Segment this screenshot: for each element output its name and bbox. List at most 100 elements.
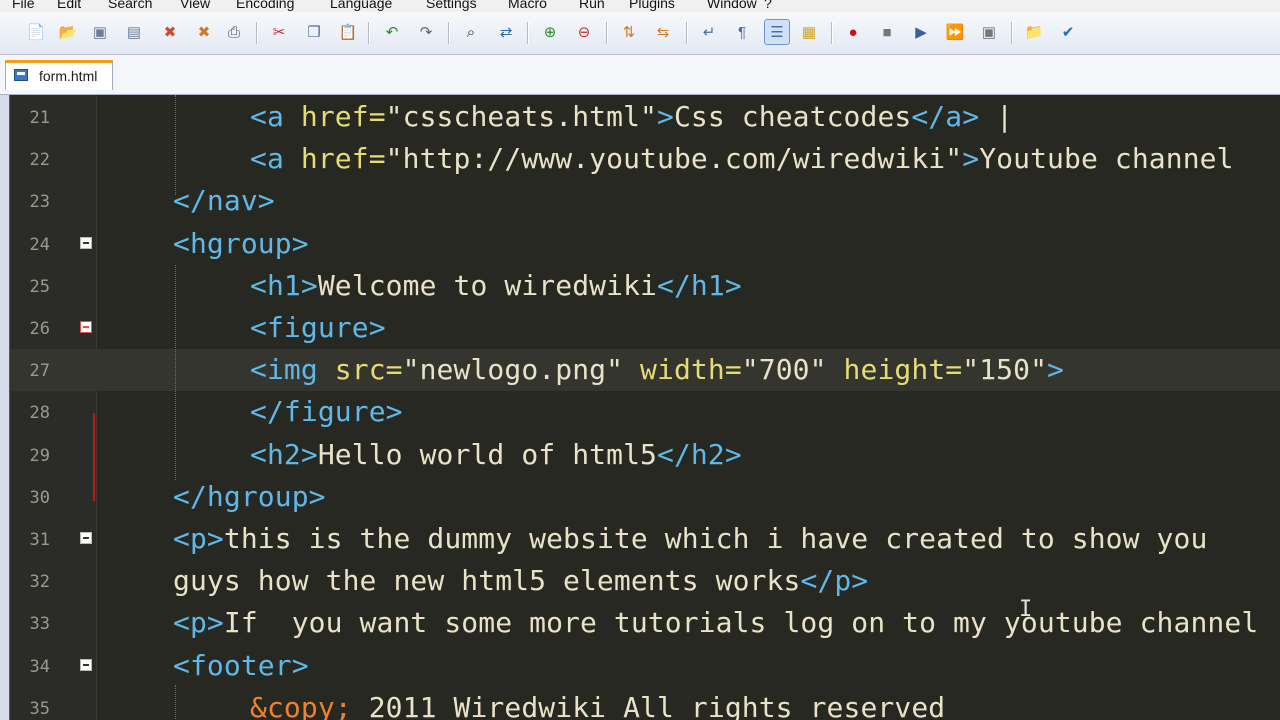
menu-settings[interactable]: Settings xyxy=(426,0,477,11)
open-file-icon[interactable]: 📂 xyxy=(56,20,80,44)
token-tag: </figure> xyxy=(250,395,403,429)
tab-bar: form.html xyxy=(0,55,1280,95)
tab-form-html[interactable]: form.html xyxy=(5,60,113,90)
play-macro-icon[interactable]: ▶ xyxy=(909,20,933,44)
fold-toggle-icon[interactable] xyxy=(80,321,92,333)
stop-record-icon[interactable]: ■ xyxy=(875,20,899,44)
code-editor[interactable]: 21 <a href="csscheats.html">Css cheatcode… xyxy=(9,95,1280,720)
menu-plugins[interactable]: Plugins xyxy=(629,0,675,11)
code-text: </figure> xyxy=(250,395,403,429)
spellcheck-icon[interactable]: ✔ xyxy=(1056,20,1080,44)
code-line-28[interactable]: 28 </figure> xyxy=(10,391,1280,433)
line-number: 27 xyxy=(29,361,50,382)
token-tag: <figure> xyxy=(250,311,386,344)
token-tag: <a xyxy=(250,142,301,176)
code-text: <h1>Welcome to wiredwiki</h1> xyxy=(250,269,742,303)
record-macro-icon[interactable]: ● xyxy=(841,20,865,44)
doc-map-icon[interactable]: ▦ xyxy=(797,20,821,44)
mouse-ibeam-cursor: I xyxy=(1019,597,1033,622)
code-text: <a href="http://www.youtube.com/wiredwik… xyxy=(250,142,1234,176)
menu-help[interactable]: ? xyxy=(764,0,772,11)
token-tag: <img xyxy=(250,353,335,387)
code-text: guys how the new html5 elements works</p… xyxy=(173,564,868,598)
run-multiple-macro-icon[interactable]: ⏩ xyxy=(943,20,967,44)
cut-icon[interactable]: ✂ xyxy=(267,20,291,44)
copy-icon[interactable]: ❐ xyxy=(302,20,326,44)
code-line-35[interactable]: 35 &copy; 2011 Wiredwiki All rights reser… xyxy=(10,687,1280,720)
toolbar-separator xyxy=(686,22,688,44)
indent-guide-icon[interactable]: ☰ xyxy=(764,19,790,45)
token-tag: <footer> xyxy=(173,648,309,682)
open-folder-icon[interactable]: 📁 xyxy=(1022,20,1046,44)
code-line-27[interactable]: 27 <img src="newlogo.png" width="700" hei… xyxy=(10,349,1280,392)
token-tag: <a xyxy=(250,100,301,133)
code-text: <img src="newlogo.png" width="700" heigh… xyxy=(250,353,1064,387)
zoom-in-icon[interactable]: ⊕ xyxy=(538,20,562,44)
token-val: "newlogo.png" xyxy=(402,353,641,387)
code-line-32[interactable]: 32 guys how the new html5 elements works<… xyxy=(10,560,1280,602)
code-line-22[interactable]: 22 <a href="http://www.youtube.com/wiredw… xyxy=(10,138,1280,180)
menu-language[interactable]: Language xyxy=(330,0,392,11)
code-line-33[interactable]: 33 <p>If you want some more tutorials log… xyxy=(10,602,1280,644)
code-line-24[interactable]: 24 <hgroup> xyxy=(10,223,1280,265)
code-line-34[interactable]: 34 <footer> xyxy=(10,645,1280,687)
save-all-icon[interactable]: ▤ xyxy=(122,20,146,44)
code-line-30[interactable]: 30 </hgroup> xyxy=(10,476,1280,518)
menu-macro[interactable]: Macro xyxy=(508,0,547,11)
code-line-26[interactable]: 26 <figure> xyxy=(10,307,1280,349)
sync-vertical-icon[interactable]: ⇅ xyxy=(617,20,641,44)
toolbar-separator xyxy=(831,22,833,44)
save-macro-icon[interactable]: ▣ xyxy=(977,20,1001,44)
zoom-out-icon[interactable]: ⊖ xyxy=(572,20,596,44)
menu-bar: File Edit Search View Encoding Language Settin… xyxy=(0,0,1280,12)
fold-toggle-icon[interactable] xyxy=(80,532,92,544)
toolbar-separator xyxy=(527,22,529,44)
token-attr: src= xyxy=(334,353,403,387)
close-icon[interactable]: ✖ xyxy=(158,20,182,44)
code-line-23[interactable]: 23 </nav> xyxy=(10,180,1280,222)
line-number: 24 xyxy=(29,234,50,255)
new-file-icon[interactable]: 📄 xyxy=(24,20,48,44)
close-all-icon[interactable]: ✖ xyxy=(192,20,216,44)
code-line-21[interactable]: 21 <a href="csscheats.html">Css cheatcode… xyxy=(10,96,1280,138)
menu-encoding[interactable]: Encoding xyxy=(236,0,294,11)
token-txt: If you want some more tutorials log on t… xyxy=(223,606,1259,640)
code-line-25[interactable]: 25 <h1>Welcome to wiredwiki</h1> xyxy=(10,265,1280,307)
line-number: 34 xyxy=(29,656,50,677)
fold-toggle-icon[interactable] xyxy=(80,658,92,671)
menu-run[interactable]: Run xyxy=(579,0,605,11)
token-val: "150" xyxy=(962,353,1048,387)
saved-file-icon xyxy=(14,69,28,81)
paste-icon[interactable]: 📋 xyxy=(336,20,360,44)
toolbar-separator xyxy=(606,22,608,44)
find-icon[interactable]: ⌕ xyxy=(459,20,483,44)
word-wrap-icon[interactable]: ↵ xyxy=(697,20,721,44)
fold-toggle-icon[interactable] xyxy=(80,236,92,249)
menu-view[interactable]: View xyxy=(180,0,210,11)
token-tag: <hgroup> xyxy=(173,226,309,260)
menu-edit[interactable]: Edit xyxy=(57,0,81,11)
sync-horizontal-icon[interactable]: ⇆ xyxy=(651,20,675,44)
change-history-marker xyxy=(93,413,95,501)
print-icon[interactable]: ⎙ xyxy=(222,20,246,44)
code-text: &copy; 2011 Wiredwiki All rights reserve… xyxy=(250,691,945,720)
line-number: 33 xyxy=(29,614,50,635)
save-icon[interactable]: ▣ xyxy=(88,20,112,44)
replace-icon[interactable]: ⇄ xyxy=(494,20,518,44)
indent-guide xyxy=(175,95,176,195)
indent-guide xyxy=(175,685,176,720)
code-line-29[interactable]: 29 <h2>Hello world of html5</h2> xyxy=(10,434,1280,476)
undo-icon[interactable]: ↶ xyxy=(380,20,404,44)
show-all-chars-icon[interactable]: ¶ xyxy=(730,20,754,44)
line-number: 25 xyxy=(29,276,50,297)
code-line-31[interactable]: 31 <p>this is the dummy website which i h… xyxy=(10,518,1280,560)
line-number: 22 xyxy=(29,150,50,171)
menu-window[interactable]: Window xyxy=(707,0,757,11)
code-text: <figure> xyxy=(250,311,386,345)
redo-icon[interactable]: ↷ xyxy=(414,20,438,44)
menu-search[interactable]: Search xyxy=(108,0,152,11)
menu-file[interactable]: File xyxy=(12,0,35,11)
token-ent: &copy; xyxy=(250,690,352,720)
line-number: 28 xyxy=(29,403,50,424)
token-txt: 2011 Wiredwiki All rights reserved xyxy=(351,690,946,720)
